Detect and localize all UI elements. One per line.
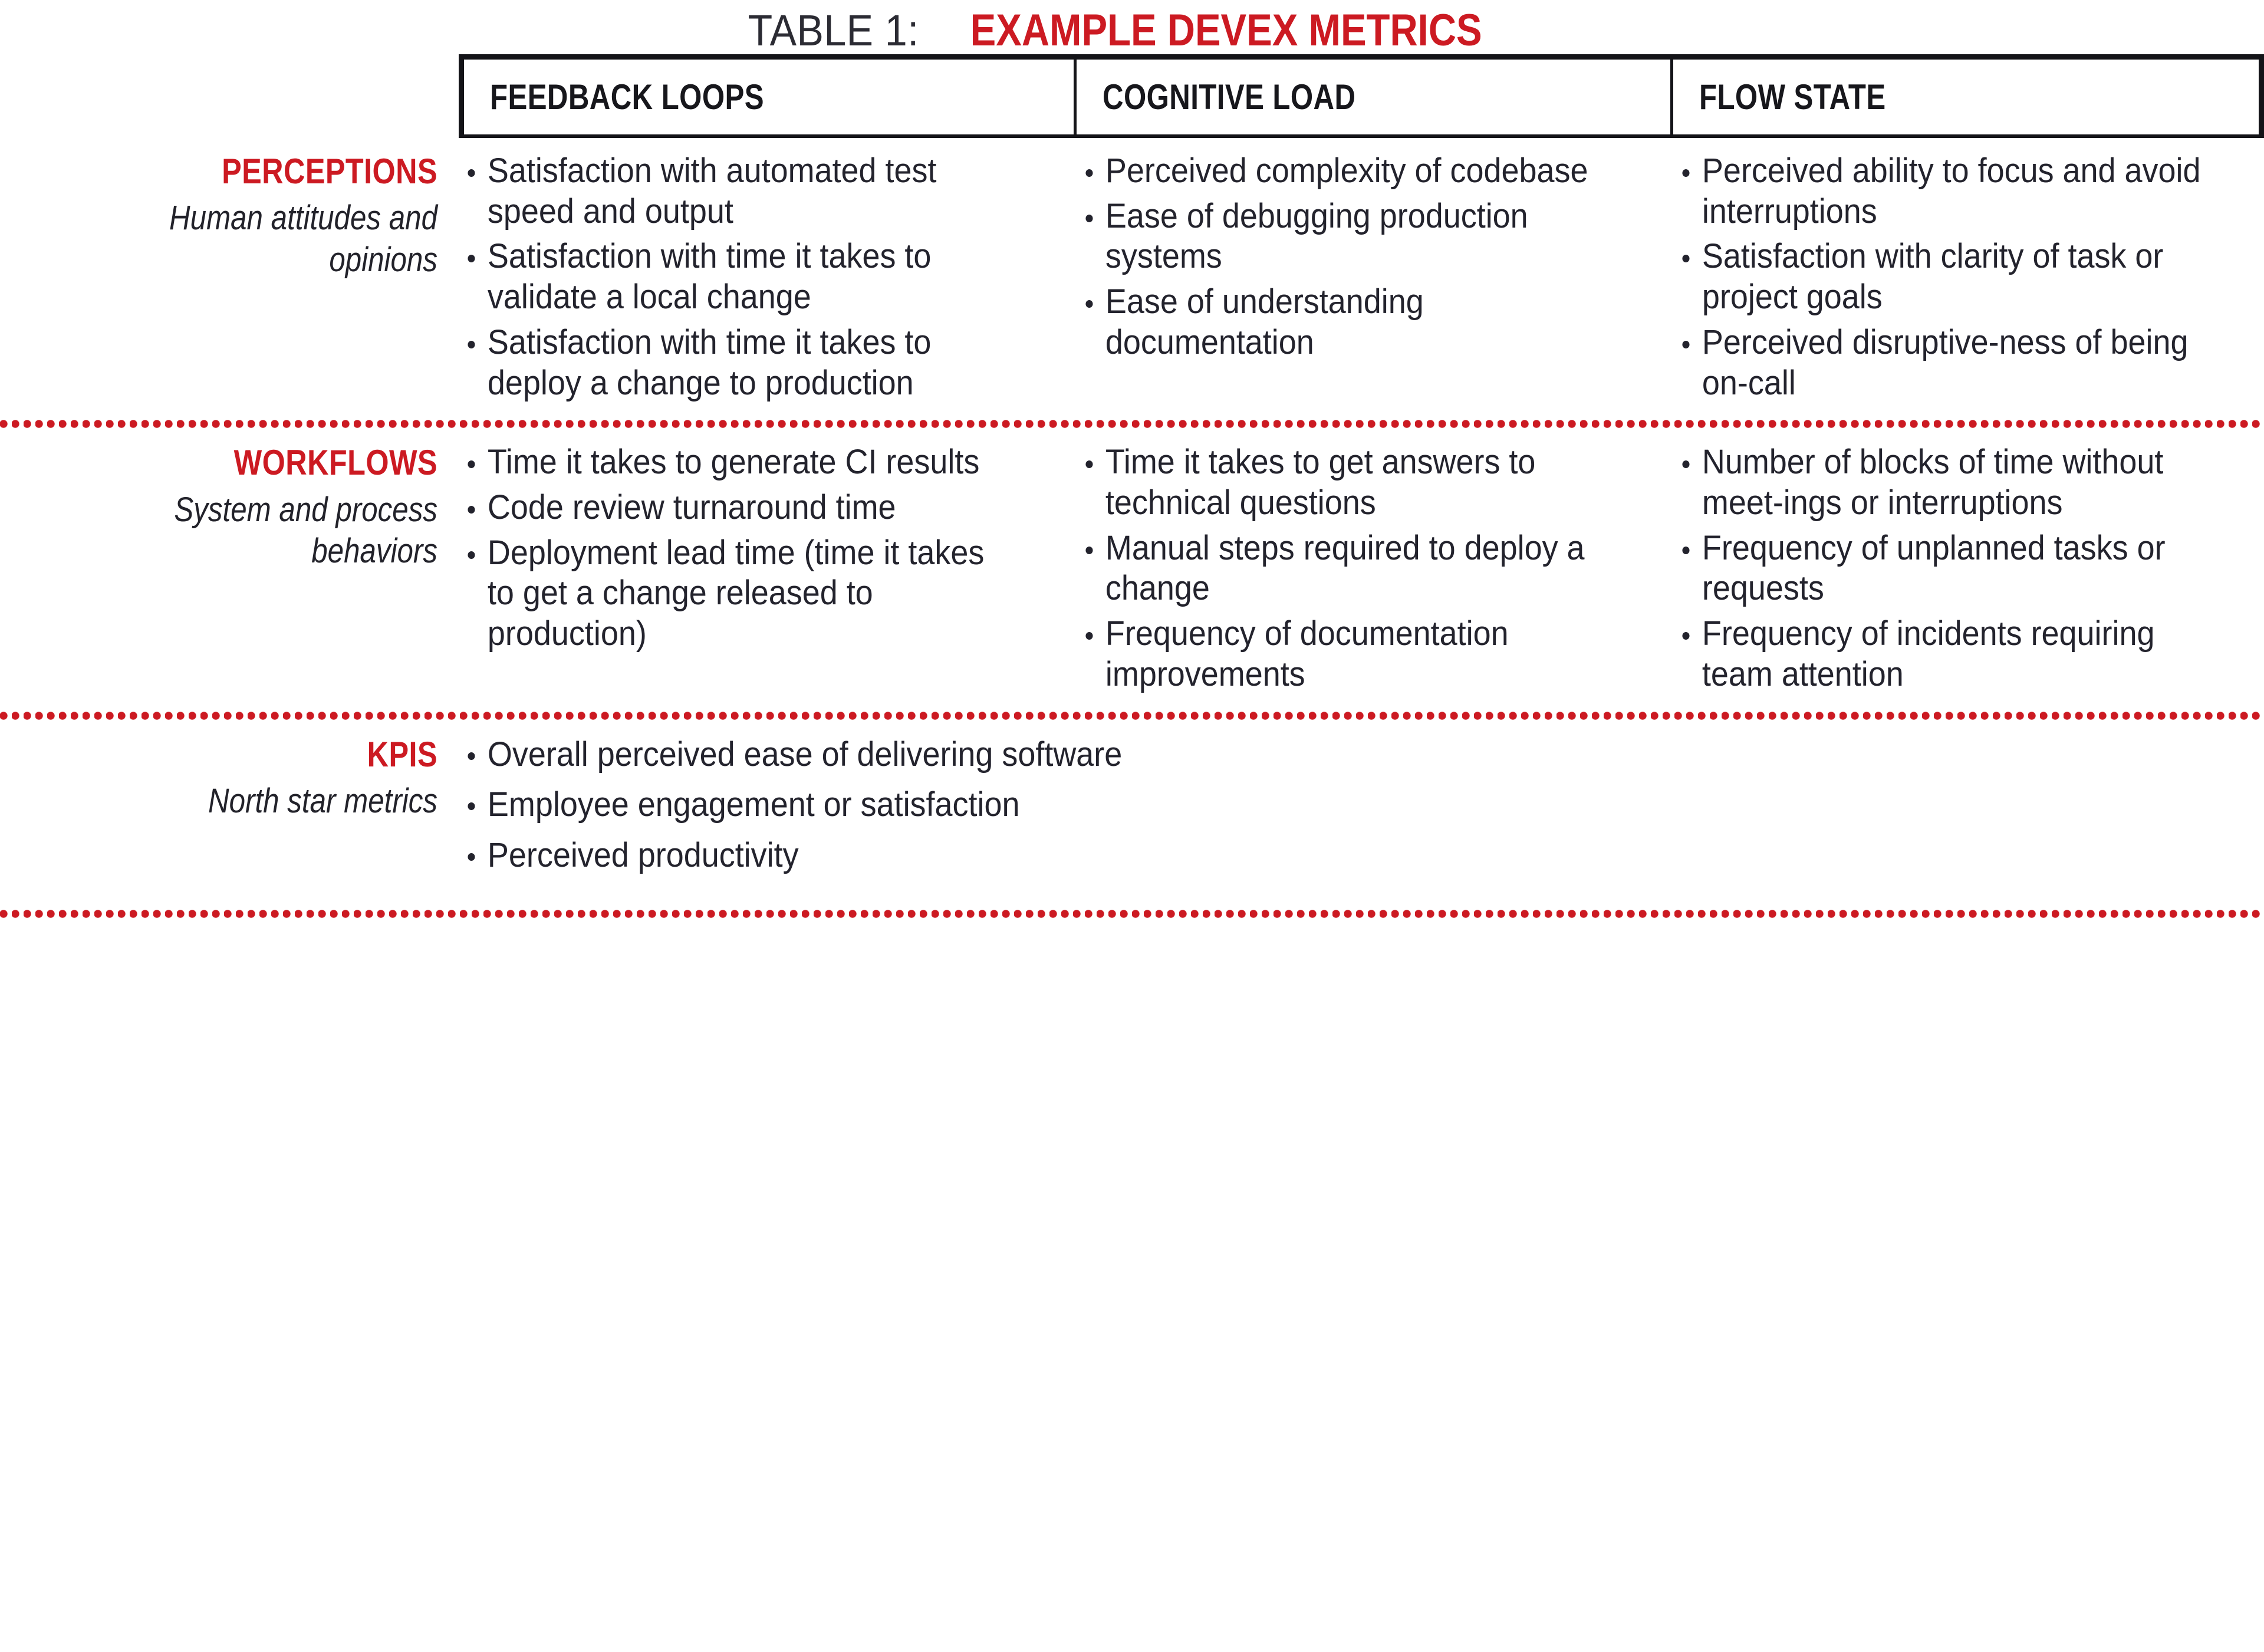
list-item: Ease of debugging production systems (1081, 196, 1618, 277)
bullet-list: Overall perceived ease of delivering sof… (463, 734, 2249, 876)
table-header-row: FEEDBACK LOOPS COGNITIVE LOAD FLOW STATE (0, 54, 2264, 138)
cell-kpis-all-columns: Overall perceived ease of delivering sof… (459, 721, 2264, 901)
row-category-label: KPIS (367, 734, 437, 774)
bullet-list: Satisfaction with automated test speed a… (463, 151, 1061, 403)
list-item: Employee engagement or satisfaction (463, 784, 2124, 825)
list-item: Perceived complexity of codebase (1081, 151, 1618, 192)
list-item: Satisfaction with automated test speed a… (463, 151, 1019, 232)
table-row-perceptions: PERCEPTIONS Human attitudes and opinions… (0, 138, 2264, 419)
table-row-kpis: KPIS North star metrics Overall perceive… (0, 721, 2264, 901)
column-header-label: COGNITIVE LOAD (1103, 77, 1356, 117)
list-item: Overall perceived ease of delivering sof… (463, 734, 2124, 775)
list-item: Code review turnaround time (463, 488, 1019, 528)
row-category-label: PERCEPTIONS (222, 152, 437, 191)
list-item: Time it takes to get answers to technica… (1081, 442, 1618, 523)
cell-workflows-flow-state: Number of blocks of time without meet-in… (1673, 429, 2264, 710)
list-item: Perceived productivity (463, 835, 2124, 876)
list-item: Deployment lead time (time it takes to g… (463, 533, 1019, 654)
row-subtitle-label: System and process behaviors (174, 490, 437, 571)
devex-metrics-table: FEEDBACK LOOPS COGNITIVE LOAD FLOW STATE… (0, 54, 2264, 920)
row-separator-dotted (0, 710, 2264, 721)
cell-perceptions-cognitive-load: Perceived complexity of codebase Ease of… (1077, 138, 1673, 419)
list-item: Frequency of documentation improvements (1081, 614, 1618, 695)
list-item: Satisfaction with clarity of task or pro… (1678, 236, 2209, 317)
cell-workflows-feedback-loops: Time it takes to generate CI results Cod… (459, 429, 1077, 710)
list-item: Satisfaction with time it takes to deplo… (463, 322, 1019, 403)
row-category-label: WORKFLOWS (233, 443, 437, 483)
row-label-kpis: KPIS North star metrics (0, 721, 459, 901)
table-bottom-separator-dotted (0, 909, 2264, 920)
list-item: Frequency of unplanned tasks or requests (1678, 528, 2209, 609)
column-header-flow-state: FLOW STATE (1673, 54, 2264, 138)
column-header-label: FLOW STATE (1699, 77, 1886, 117)
title-prefix: TABLE 1: (748, 6, 919, 55)
row-subtitle-label: Human attitudes and opinions (169, 199, 437, 279)
bullet-list: Perceived ability to focus and avoid int… (1678, 151, 2249, 403)
bullet-list: Time it takes to generate CI results Cod… (463, 442, 1061, 654)
row-label-workflows: WORKFLOWS System and process behaviors (0, 429, 459, 710)
list-item: Manual steps required to deploy a change (1081, 528, 1618, 609)
column-header-cognitive-load: COGNITIVE LOAD (1077, 54, 1673, 138)
title-main: EXAMPLE DEVEX METRICS (970, 5, 1482, 55)
column-header-feedback-loops: FEEDBACK LOOPS (459, 54, 1077, 138)
table-page: TABLE 1: EXAMPLE DEVEX METRICS FEEDBACK L… (0, 0, 2264, 1652)
bullet-list: Number of blocks of time without meet-in… (1678, 442, 2249, 695)
page-title: TABLE 1: EXAMPLE DEVEX METRICS (0, 0, 2264, 55)
row-subtitle-label: North star metrics (208, 781, 437, 820)
list-item: Perceived ability to focus and avoid int… (1678, 151, 2209, 232)
column-header-label: FEEDBACK LOOPS (490, 77, 764, 117)
row-label-perceptions: PERCEPTIONS Human attitudes and opinions (0, 138, 459, 419)
bullet-list: Time it takes to get answers to technica… (1081, 442, 1658, 695)
bottom-spacer (0, 900, 2264, 909)
list-item: Ease of understanding documentation (1081, 282, 1618, 363)
header-corner-spacer (0, 54, 459, 138)
list-item: Satisfaction with time it takes to valid… (463, 236, 1019, 317)
bullet-list: Perceived complexity of codebase Ease of… (1081, 151, 1658, 363)
list-item: Frequency of incidents requiring team at… (1678, 614, 2209, 695)
cell-perceptions-flow-state: Perceived ability to focus and avoid int… (1673, 138, 2264, 419)
table-row-workflows: WORKFLOWS System and process behaviors T… (0, 429, 2264, 710)
cell-perceptions-feedback-loops: Satisfaction with automated test speed a… (459, 138, 1077, 419)
list-item: Perceived disruptive-ness of being on-ca… (1678, 322, 2209, 403)
list-item: Number of blocks of time without meet-in… (1678, 442, 2209, 523)
cell-workflows-cognitive-load: Time it takes to get answers to technica… (1077, 429, 1673, 710)
row-separator-dotted (0, 419, 2264, 430)
list-item: Time it takes to generate CI results (463, 442, 1019, 483)
